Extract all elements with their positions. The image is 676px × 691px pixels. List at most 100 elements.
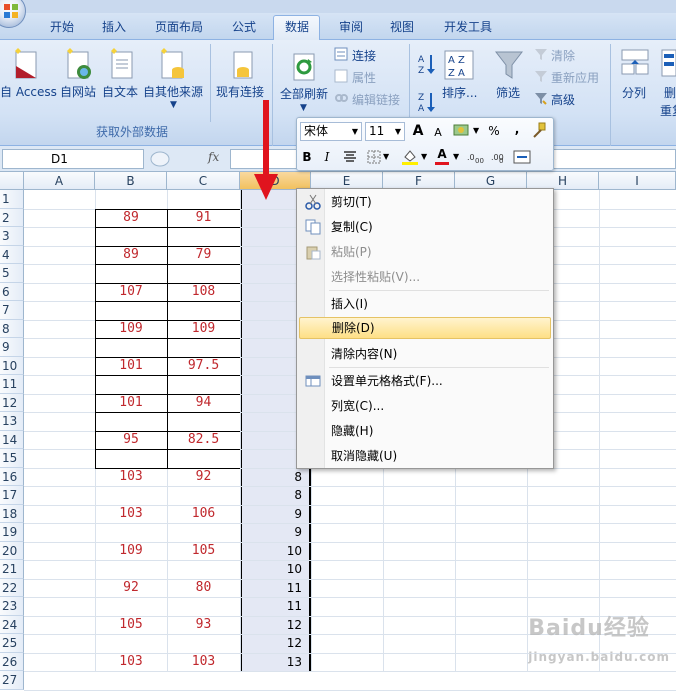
borders-icon[interactable]: [367, 150, 381, 164]
cell-value[interactable]: 92: [167, 468, 240, 486]
tab-home[interactable]: 开始: [50, 18, 74, 35]
cell-value[interactable]: 91: [167, 209, 240, 227]
cell-value[interactable]: 8: [240, 486, 304, 504]
fill-color-icon[interactable]: [401, 148, 419, 166]
menu-item-unhide[interactable]: 取消隐藏(U): [299, 445, 551, 467]
cell-value[interactable]: 8: [240, 468, 304, 486]
row-header[interactable]: 24: [0, 615, 24, 634]
cell-value[interactable]: 107: [95, 283, 167, 301]
row-header[interactable]: 11: [0, 375, 24, 394]
tab-view[interactable]: 视图: [390, 18, 414, 35]
row-header[interactable]: 7: [0, 301, 24, 320]
remove-duplicates-button[interactable]: 删除: [664, 84, 676, 101]
menu-item-copy[interactable]: 复制(C): [299, 216, 551, 238]
row-header[interactable]: 10: [0, 356, 24, 375]
row-header[interactable]: 1: [0, 190, 24, 209]
cell-value[interactable]: 106: [167, 505, 240, 523]
cell-value[interactable]: 103: [167, 653, 240, 671]
row-header[interactable]: 13: [0, 412, 24, 431]
cell-value[interactable]: 108: [167, 283, 240, 301]
cell-value[interactable]: 105: [167, 542, 240, 560]
from-other-sources-button[interactable]: 自其他来源: [143, 83, 203, 100]
tab-page-layout[interactable]: 页面布局: [155, 18, 203, 35]
column-header-c[interactable]: C: [167, 172, 240, 190]
menu-item-column-width[interactable]: 列宽(C)...: [299, 395, 551, 417]
from-text-button[interactable]: 自文本: [102, 83, 138, 100]
row-header[interactable]: 20: [0, 541, 24, 560]
cell-value[interactable]: 97.5: [167, 357, 240, 375]
menu-item-delete[interactable]: 删除(D): [299, 317, 551, 339]
reapply-button[interactable]: 重新应用: [551, 69, 599, 86]
cell-value[interactable]: 11: [240, 597, 304, 615]
filter-button[interactable]: 筛选: [496, 84, 520, 101]
row-header[interactable]: 26: [0, 652, 24, 671]
cell-value[interactable]: 12: [240, 634, 304, 652]
row-header[interactable]: 14: [0, 430, 24, 449]
row-header[interactable]: 3: [0, 227, 24, 246]
name-box-splitter-icon[interactable]: [150, 151, 170, 167]
row-header[interactable]: 5: [0, 264, 24, 283]
cell-value[interactable]: 109: [95, 542, 167, 560]
row-header[interactable]: 15: [0, 449, 24, 468]
tab-data[interactable]: 数据: [285, 18, 309, 35]
cell-value[interactable]: 95: [95, 431, 167, 449]
clear-button[interactable]: 清除: [551, 47, 575, 64]
row-header[interactable]: 22: [0, 578, 24, 597]
row-header[interactable]: 17: [0, 486, 24, 505]
row-header[interactable]: 27: [0, 671, 24, 690]
menu-item-hide[interactable]: 隐藏(H): [299, 420, 551, 442]
column-header-i[interactable]: I: [599, 172, 676, 190]
cell-value[interactable]: 103: [95, 505, 167, 523]
tab-review[interactable]: 审阅: [339, 18, 363, 35]
row-header[interactable]: 2: [0, 208, 24, 227]
menu-item-clear-contents[interactable]: 清除内容(N): [299, 343, 551, 365]
grow-font-button[interactable]: A: [411, 122, 425, 140]
row-header[interactable]: 4: [0, 245, 24, 264]
increase-decimal-icon[interactable]: .0 00: [467, 150, 485, 164]
row-header[interactable]: 23: [0, 597, 24, 616]
text-to-columns-button[interactable]: 分列: [622, 84, 646, 101]
cell-value[interactable]: 82.5: [167, 431, 240, 449]
cell-value[interactable]: 10: [240, 560, 304, 578]
row-header[interactable]: 16: [0, 467, 24, 486]
merge-center-icon[interactable]: [513, 150, 531, 164]
percent-button[interactable]: %: [487, 122, 501, 140]
font-color-button[interactable]: A: [435, 146, 449, 165]
column-header-b[interactable]: B: [95, 172, 167, 190]
cell-value[interactable]: 13: [240, 653, 304, 671]
cell-value[interactable]: 89: [95, 246, 167, 264]
format-painter-icon[interactable]: [531, 122, 547, 138]
row-header[interactable]: 8: [0, 319, 24, 338]
shrink-font-button[interactable]: A: [432, 124, 444, 142]
cell-value[interactable]: 94: [167, 394, 240, 412]
cell-value[interactable]: 9: [240, 523, 304, 541]
from-web-button[interactable]: 自网站: [60, 83, 96, 100]
refresh-all-button[interactable]: 全部刷新: [280, 85, 328, 102]
cell-value[interactable]: 89: [95, 209, 167, 227]
cell-value[interactable]: 105: [95, 616, 167, 634]
menu-item-paste-special[interactable]: 选择性粘贴(V)...: [299, 266, 551, 288]
row-header[interactable]: 18: [0, 504, 24, 523]
cell-value[interactable]: 93: [167, 616, 240, 634]
row-header[interactable]: 6: [0, 282, 24, 301]
cell-value[interactable]: 92: [95, 579, 167, 597]
row-header[interactable]: 21: [0, 560, 24, 579]
cell-value[interactable]: 103: [95, 653, 167, 671]
menu-item-insert[interactable]: 插入(I): [299, 293, 551, 315]
cell-value[interactable]: 109: [167, 320, 240, 338]
cell-value[interactable]: 79: [167, 246, 240, 264]
edit-links-button[interactable]: 编辑链接: [352, 91, 400, 108]
cell-value[interactable]: 103: [95, 468, 167, 486]
menu-item-cut[interactable]: 剪切(T): [299, 191, 551, 213]
row-header[interactable]: 19: [0, 523, 24, 542]
cell-value[interactable]: 80: [167, 579, 240, 597]
font-name-box[interactable]: 宋体 ▼: [300, 122, 362, 141]
row-header[interactable]: 9: [0, 338, 24, 357]
row-header[interactable]: 25: [0, 634, 24, 653]
cell-value[interactable]: 10: [240, 542, 304, 560]
cell-value[interactable]: 11: [240, 579, 304, 597]
font-size-box[interactable]: 11 ▼: [365, 122, 405, 141]
advanced-button[interactable]: 高级: [551, 91, 575, 108]
tab-insert[interactable]: 插入: [102, 18, 126, 35]
insert-function-icon[interactable]: fx: [208, 150, 219, 164]
